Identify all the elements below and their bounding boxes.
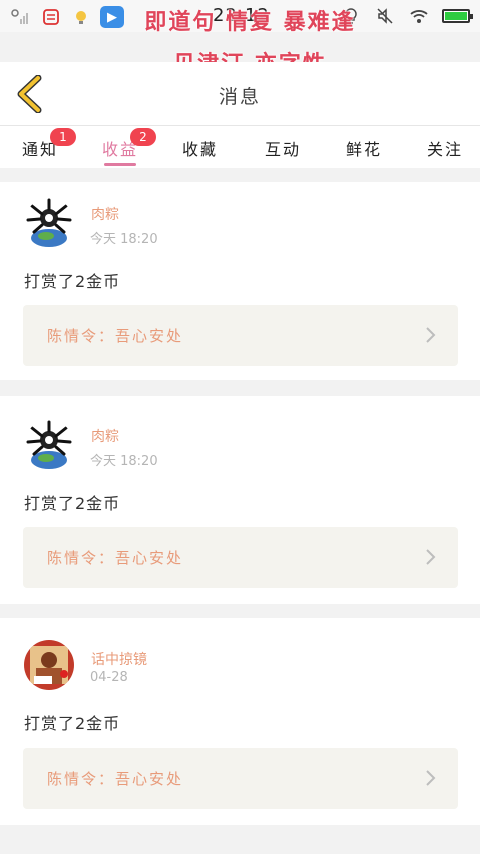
tab-flowers[interactable]: 鲜花 <box>346 136 382 166</box>
chevron-right-icon <box>426 549 436 565</box>
status-right-icons <box>340 6 473 26</box>
message-icon <box>40 7 62 27</box>
wifi-icon <box>408 6 430 26</box>
notification-message: 打赏了2金币 <box>24 494 121 513</box>
page-title: 消息 <box>218 86 261 108</box>
username-link[interactable]: 肉粽 <box>91 426 119 446</box>
referenced-work-title: 陈情令：吾心安处 <box>47 770 184 788</box>
lightbulb-icon <box>70 7 92 27</box>
page-header: 消息 <box>0 62 480 126</box>
username-link[interactable]: 肉粽 <box>91 204 119 224</box>
status-bar: ▶ 22:12 <box>0 0 480 32</box>
tab-interactions[interactable]: 互动 <box>265 136 301 166</box>
tab-label: 关注 <box>427 140 464 159</box>
status-left-icons: ▶ <box>10 6 124 28</box>
notification-card: 肉粽 今天 18:20 打赏了2金币 陈情令：吾心安处 <box>0 182 480 380</box>
avatar[interactable] <box>24 198 74 248</box>
tab-favorites[interactable]: 收藏 <box>182 136 218 166</box>
chevron-right-icon <box>426 327 436 343</box>
referenced-work-link[interactable]: 陈情令：吾心安处 <box>23 527 458 588</box>
avatar[interactable] <box>24 420 74 470</box>
no-signal-icon <box>10 7 32 27</box>
battery-icon <box>442 9 473 23</box>
notification-card: 话中掠镜 04-28 打赏了2金币 陈情令：吾心安处 <box>0 618 480 825</box>
notification-message: 打赏了2金币 <box>24 272 121 291</box>
unread-badge: 2 <box>130 128 156 146</box>
tab-label: 鲜花 <box>346 140 383 159</box>
tab-follows[interactable]: 关注 <box>427 136 463 166</box>
referenced-work-link[interactable]: 陈情令：吾心安处 <box>23 305 458 366</box>
referenced-work-title: 陈情令：吾心安处 <box>47 549 184 567</box>
tab-label: 互动 <box>265 140 302 159</box>
tab-earnings[interactable]: 收益 2 <box>102 128 156 166</box>
chevron-right-icon <box>426 770 436 786</box>
notification-message: 打赏了2金币 <box>24 714 121 733</box>
status-time: 22:12 <box>213 5 270 26</box>
blue-app-icon: ▶ <box>100 6 124 28</box>
referenced-work-title: 陈情令：吾心安处 <box>47 327 184 345</box>
active-tab-indicator <box>104 163 137 166</box>
avatar[interactable] <box>24 640 74 690</box>
tab-notifications[interactable]: 通知 1 <box>22 128 76 166</box>
timestamp: 04-28 <box>90 670 128 685</box>
mute-icon <box>374 6 396 26</box>
tab-label: 收藏 <box>182 140 219 159</box>
notification-card: 肉粽 今天 18:20 打赏了2金币 陈情令：吾心安处 <box>0 396 480 604</box>
timestamp: 今天 18:20 <box>90 232 158 247</box>
unread-badge: 1 <box>50 128 76 146</box>
tab-bar: 通知 1 收益 2 收藏 互动 鲜花 关注 <box>0 126 480 168</box>
referenced-work-link[interactable]: 陈情令：吾心安处 <box>23 748 458 809</box>
timestamp: 今天 18:20 <box>90 454 158 469</box>
bulb-icon <box>340 6 362 26</box>
username-link[interactable]: 话中掠镜 <box>91 649 147 669</box>
